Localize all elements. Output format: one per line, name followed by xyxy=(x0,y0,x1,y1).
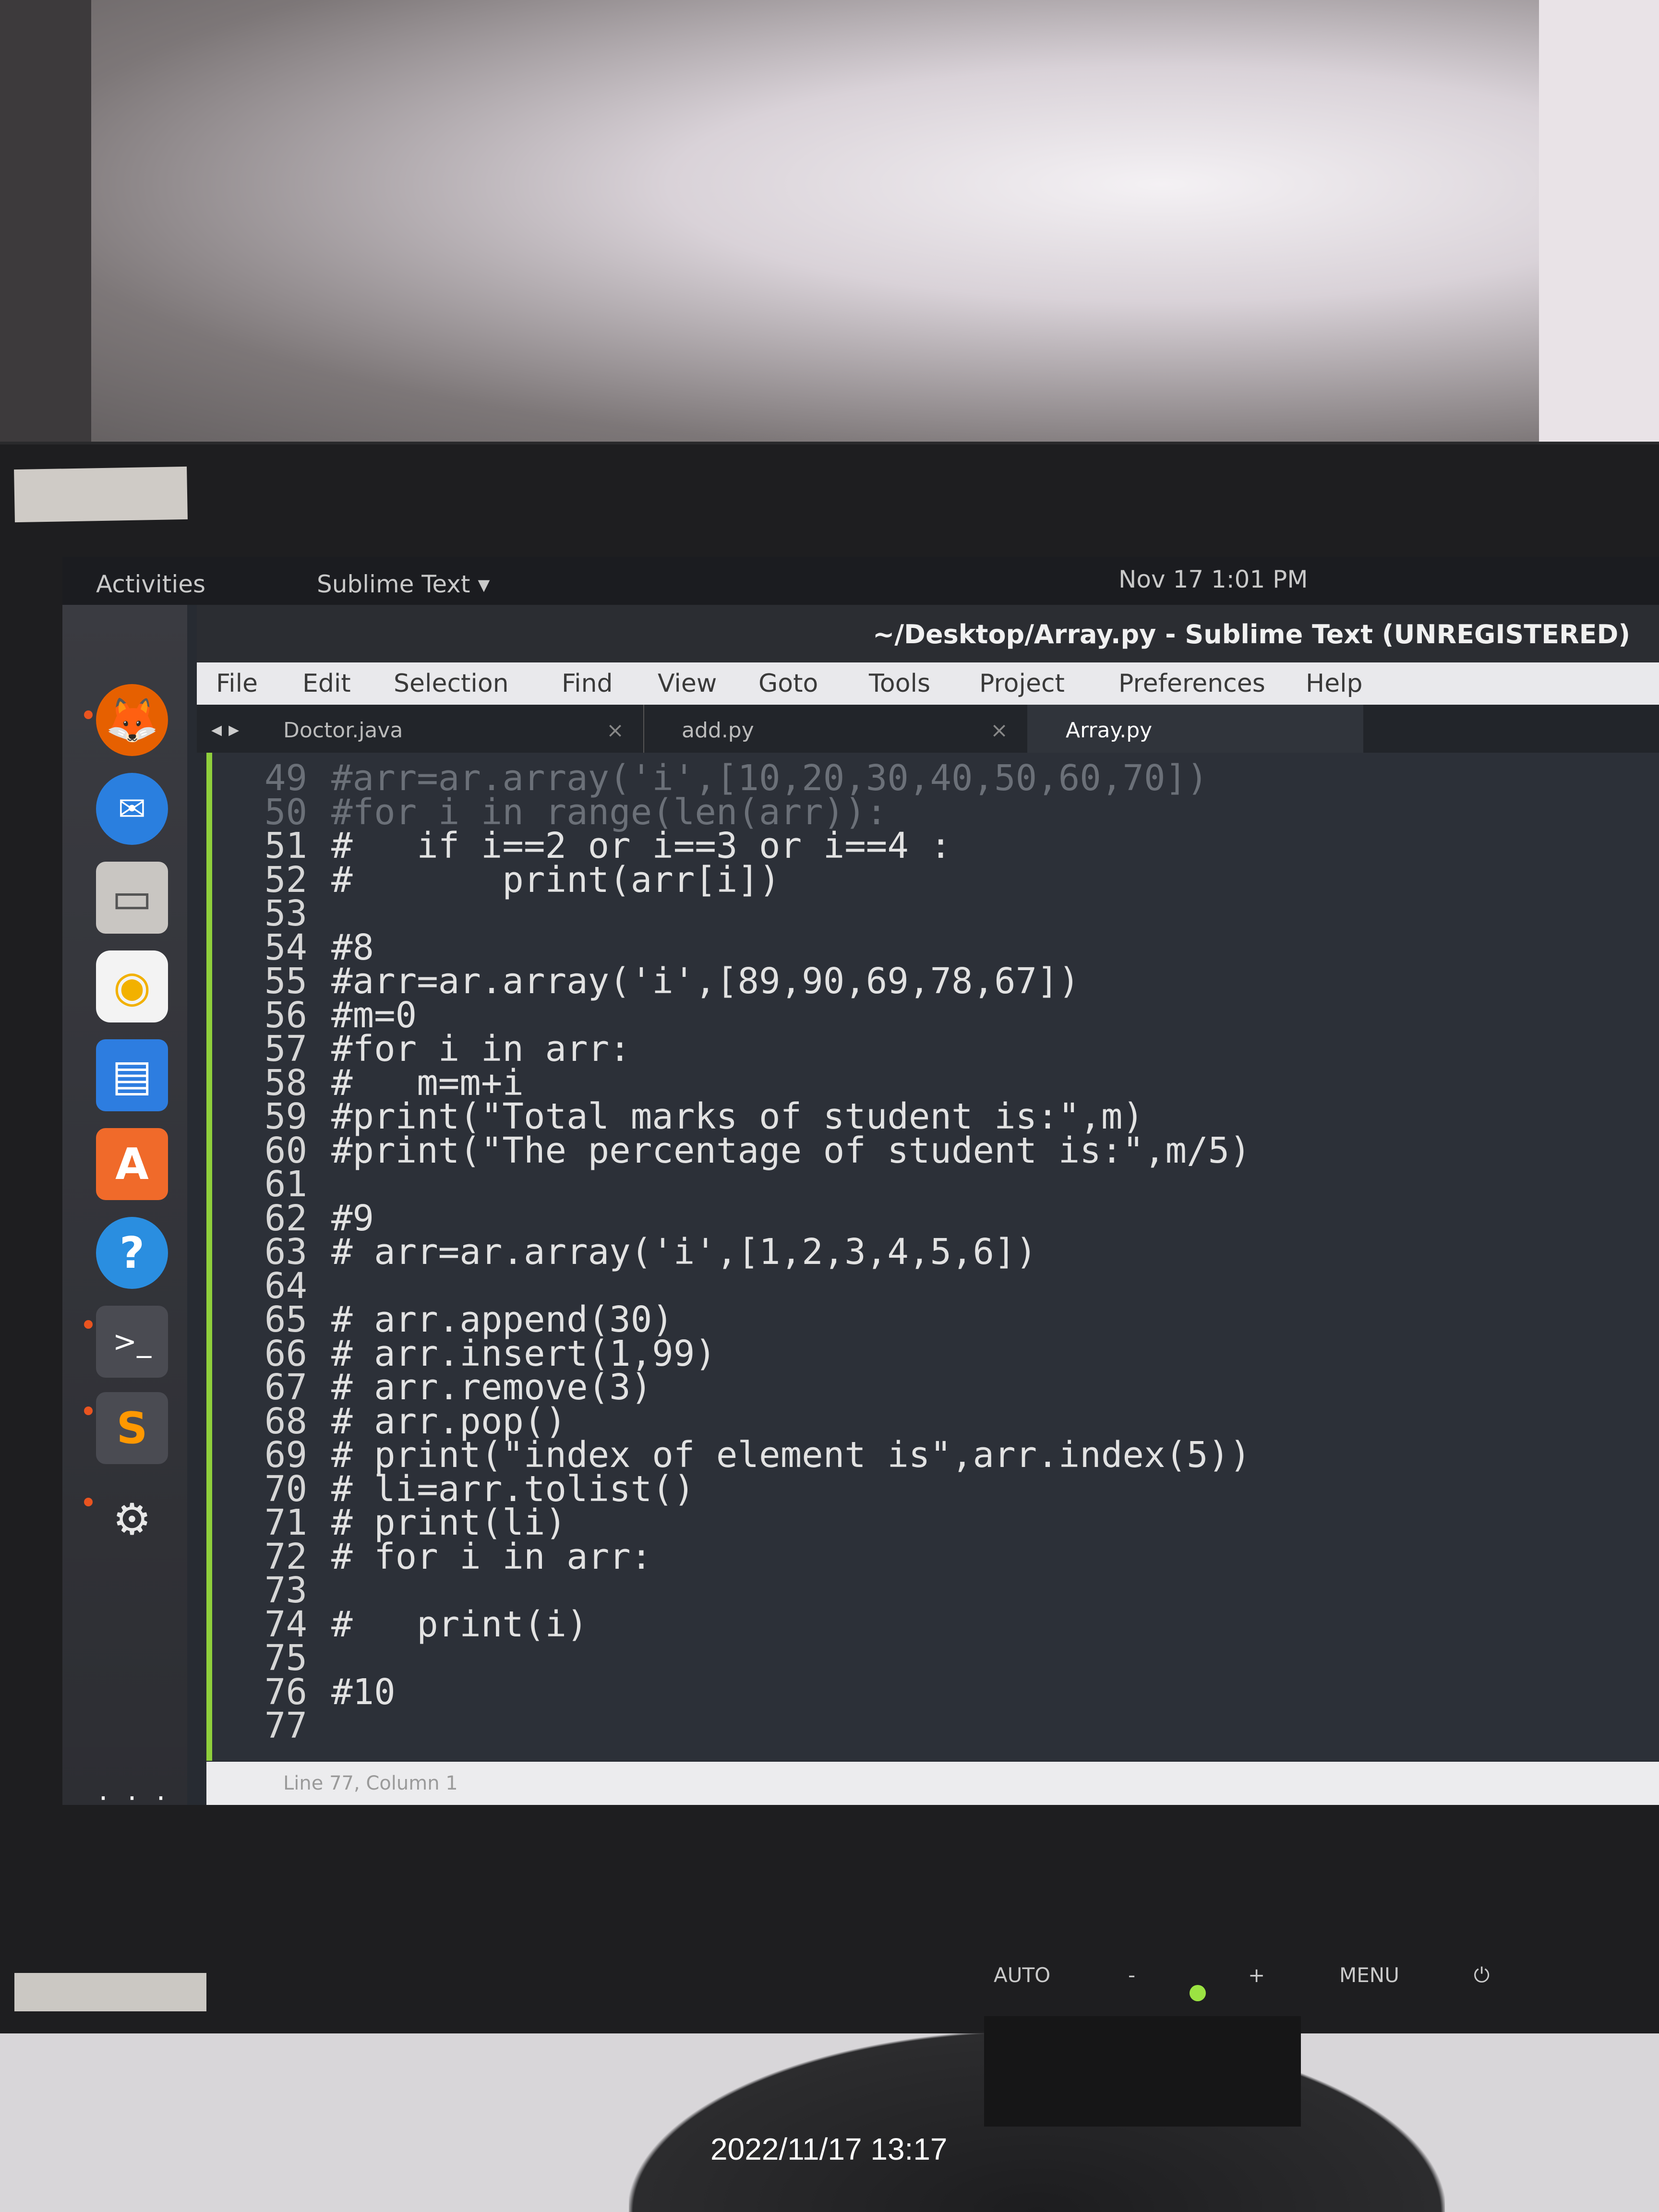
monitor-neck xyxy=(984,2016,1301,2127)
menu-edit[interactable]: Edit xyxy=(302,669,351,698)
screen: Activities Sublime Text ▾ Nov 17 1:01 PM… xyxy=(62,557,1659,1805)
menu-file[interactable]: File xyxy=(216,669,258,698)
files-icon[interactable]: ▭ xyxy=(96,862,168,934)
monitor-menu-button[interactable]: MENU xyxy=(1339,1963,1399,1987)
tab-label: Doctor.java xyxy=(283,718,403,743)
window-title: ~/Desktop/Array.py - Sublime Text (UNREG… xyxy=(873,619,1630,649)
running-indicator xyxy=(84,1407,93,1415)
writer-icon[interactable]: ▤ xyxy=(96,1039,168,1111)
monitor-auto-button[interactable]: AUTO xyxy=(994,1963,1050,1987)
menu-project[interactable]: Project xyxy=(979,669,1065,698)
code-text[interactable]: # print(i) xyxy=(331,1604,588,1645)
menu-find[interactable]: Find xyxy=(562,669,613,698)
modified-lines-gutter-marker xyxy=(206,753,212,1761)
monitor-plus-button[interactable]: + xyxy=(1248,1963,1265,1987)
menu-view[interactable]: View xyxy=(658,669,717,698)
code-editor[interactable]: 49 #arr=ar.array('i',[10,20,30,40,50,60,7… xyxy=(206,753,1659,1761)
monitor-power-icon[interactable]: ⏻ xyxy=(1474,1963,1490,1987)
menu-help[interactable]: Help xyxy=(1306,669,1363,698)
menu-tools[interactable]: Tools xyxy=(869,669,930,698)
terminal-icon[interactable]: >_ xyxy=(96,1306,168,1378)
tab-label: add.py xyxy=(682,718,754,743)
activities-button[interactable]: Activities xyxy=(96,570,205,598)
tab-array-py[interactable]: Array.py xyxy=(1027,705,1363,753)
software-icon[interactable]: A xyxy=(96,1128,168,1200)
tab-doctor-java[interactable]: Doctor.java × xyxy=(245,705,644,753)
app-menu[interactable]: Sublime Text ▾ xyxy=(317,570,490,598)
menu-selection[interactable]: Selection xyxy=(394,669,509,698)
gnome-top-bar: Activities Sublime Text ▾ Nov 17 1:01 PM xyxy=(62,557,1659,605)
tab-navigation-arrows-icon[interactable]: ◂ ▸ xyxy=(211,717,239,742)
window-frame-left xyxy=(0,0,91,461)
code-text[interactable]: #10 xyxy=(331,1671,396,1713)
tape-top-left xyxy=(14,466,188,523)
rhythmbox-icon[interactable]: ◉ xyxy=(96,950,168,1022)
tab-add-py[interactable]: add.py × xyxy=(643,705,1027,753)
code-text[interactable]: # print(arr[i]) xyxy=(331,859,781,901)
thunderbird-icon[interactable]: ✉ xyxy=(96,773,168,845)
tape-bottom-left xyxy=(14,1973,206,2011)
sublime-icon[interactable]: S xyxy=(96,1392,168,1464)
help-icon[interactable]: ? xyxy=(96,1217,168,1289)
tab-label: Array.py xyxy=(1066,718,1153,743)
settings-icon[interactable]: ⚙ xyxy=(96,1483,168,1555)
photo-timestamp: 2022/11/17 13:17 xyxy=(710,2132,948,2166)
background-window xyxy=(0,0,1659,461)
menu-goto[interactable]: Goto xyxy=(758,669,818,698)
status-bar: Line 77, Column 1 xyxy=(206,1762,1659,1805)
code-text[interactable]: #arr=ar.array('i',[89,90,69,78,67]) xyxy=(331,961,1080,1002)
firefox-icon[interactable]: 🦊 xyxy=(96,684,168,756)
menu-preferences[interactable]: Preferences xyxy=(1118,669,1265,698)
monitor-minus-button[interactable]: - xyxy=(1128,1963,1135,1987)
window-frame-right xyxy=(1539,0,1659,461)
tab-close-icon[interactable]: × xyxy=(606,718,624,743)
cursor-position: Line 77, Column 1 xyxy=(283,1772,458,1794)
tab-close-icon[interactable]: × xyxy=(990,718,1008,743)
clock[interactable]: Nov 17 1:01 PM xyxy=(1118,565,1308,593)
code-text[interactable]: # for i in arr: xyxy=(331,1536,652,1577)
tab-bar: ◂ ▸ Doctor.java × add.py × Array.py xyxy=(197,705,1659,753)
line-number: 77 xyxy=(264,1705,307,1746)
power-led xyxy=(1190,1985,1206,2001)
dock: 🦊 ✉ ▭ ◉ ▤ A ? >_ S ⚙ ⋮⋮⋮ xyxy=(62,605,187,1805)
running-indicator xyxy=(84,1320,93,1329)
running-indicator xyxy=(84,710,93,719)
window-titlebar[interactable]: ~/Desktop/Array.py - Sublime Text (UNREG… xyxy=(197,605,1659,662)
running-indicator xyxy=(84,1498,93,1506)
code-text[interactable]: # arr=ar.array('i',[1,2,3,4,5,6]) xyxy=(331,1231,1037,1273)
code-text[interactable]: #print("The percentage of student is:",m… xyxy=(331,1130,1251,1171)
menu-bar: File Edit Selection Find View Goto Tools… xyxy=(197,662,1659,705)
app-grid-icon[interactable]: ⋮⋮⋮ xyxy=(89,1771,175,1805)
